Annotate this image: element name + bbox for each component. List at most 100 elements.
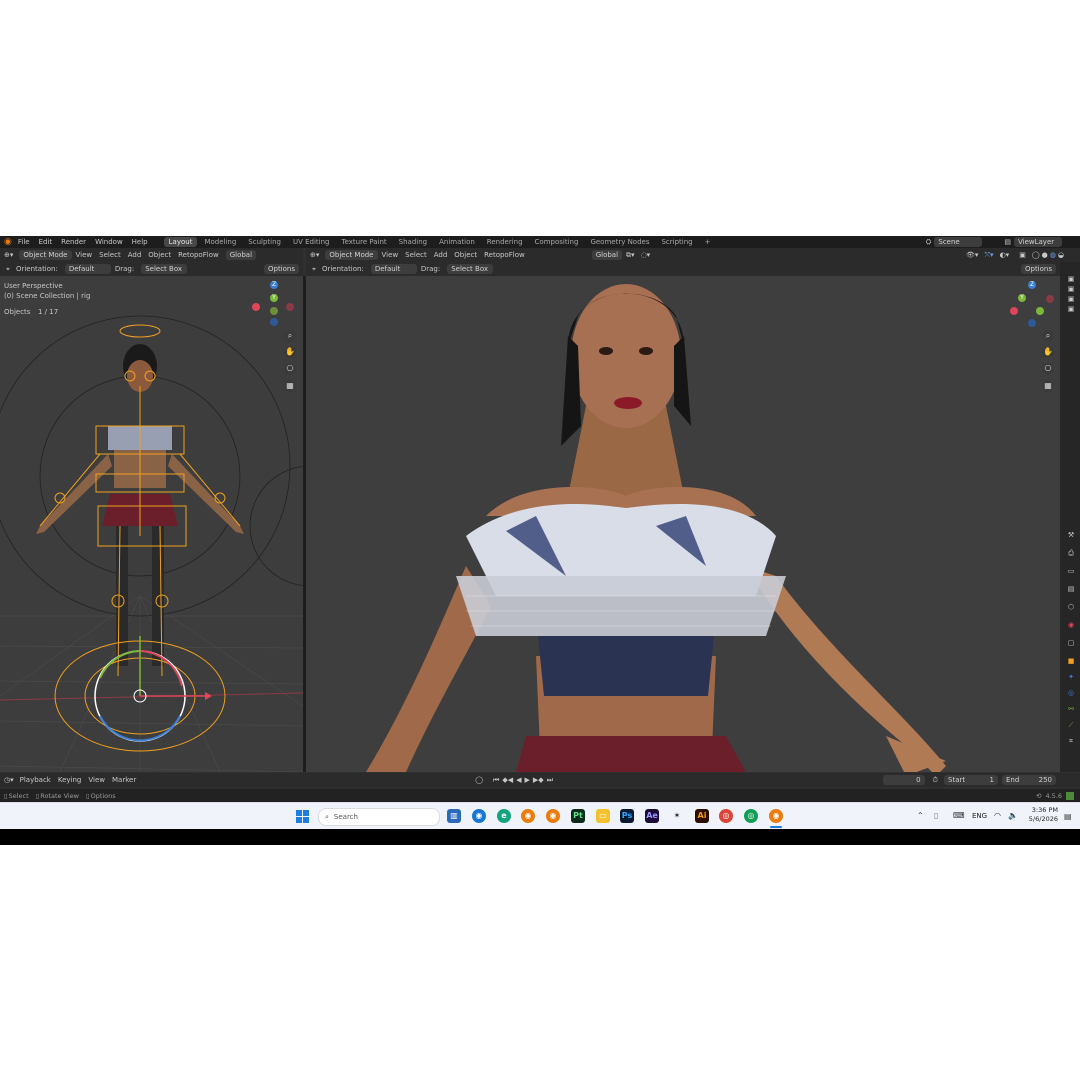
notification-icon[interactable]: ▤ <box>1064 812 1072 821</box>
menu-file[interactable]: File <box>18 238 30 246</box>
output-properties-icon[interactable]: ▭ <box>1066 566 1076 576</box>
constraint-properties-icon[interactable]: ⌗ <box>1066 736 1076 746</box>
camera-view-icon[interactable]: ⎔ <box>1042 363 1054 375</box>
tab-animation[interactable]: Animation <box>434 237 480 247</box>
gizmo-neg-x-axis[interactable] <box>1046 295 1054 303</box>
blender-app-icon[interactable]: ◉ <box>546 809 560 823</box>
timeline-playback-menu[interactable]: Playback <box>20 776 51 784</box>
task-view-icon[interactable]: ▥ <box>447 809 461 823</box>
edge-browser-icon[interactable]: e <box>497 809 511 823</box>
end-frame-field[interactable]: End 250 <box>1002 775 1056 785</box>
tab-compositing[interactable]: Compositing <box>530 237 584 247</box>
gizmo-y-axis[interactable]: Y <box>270 294 278 302</box>
zoom-icon[interactable]: ⌕ <box>1042 330 1054 342</box>
after-effects-icon[interactable]: Ae <box>645 809 659 823</box>
right-options-button[interactable]: Options <box>1020 264 1056 274</box>
left-menu-select[interactable]: Select <box>99 251 121 259</box>
right-menu-select[interactable]: Select <box>405 251 427 259</box>
gizmo-y-axis[interactable]: Y <box>1018 294 1026 302</box>
collection-properties-icon[interactable]: ▢ <box>1066 638 1076 648</box>
left-menu-object[interactable]: Object <box>148 251 171 259</box>
xray-icon[interactable]: ▣ <box>1019 251 1026 259</box>
prev-keyframe-icon[interactable]: ◆◀ <box>502 776 513 784</box>
tab-rendering[interactable]: Rendering <box>482 237 528 247</box>
view-layer-selector[interactable]: ViewLayer <box>1014 237 1062 247</box>
illustrator-icon[interactable]: Ai <box>695 809 709 823</box>
volume-icon[interactable]: 🔈 <box>1008 811 1018 820</box>
zoom-icon[interactable]: ⌕ <box>284 330 296 342</box>
editor-type-icon[interactable]: ⊕▾ <box>310 251 319 259</box>
zbrush-icon[interactable]: ✶ <box>670 809 684 823</box>
right-menu-add[interactable]: Add <box>434 251 448 259</box>
left-menu-add[interactable]: Add <box>128 251 142 259</box>
stopwatch-icon[interactable]: ⏱ <box>933 776 938 785</box>
right-drag-dropdown[interactable]: Select Box <box>447 264 494 274</box>
timeline-keying-menu[interactable]: Keying <box>58 776 82 784</box>
ortho-grid-icon[interactable]: ▦ <box>1042 380 1054 392</box>
menu-window[interactable]: Window <box>95 238 123 246</box>
jump-start-icon[interactable]: ⏮ <box>493 776 499 785</box>
pan-hand-icon[interactable]: ✋ <box>284 346 296 358</box>
render-properties-icon[interactable]: ⎙ <box>1066 548 1076 558</box>
select-tool-icon[interactable]: ⌖ <box>6 265 10 274</box>
tray-overflow-icon[interactable]: ⌃ <box>917 811 924 820</box>
file-explorer-icon[interactable]: ▭ <box>596 809 610 823</box>
object-properties-icon[interactable]: ■ <box>1066 656 1076 666</box>
wireframe-shading-icon[interactable]: ◯ <box>1032 251 1040 259</box>
editor-type-icon[interactable]: ⊕▾ <box>4 251 13 259</box>
tray-app-icon[interactable]: ▯ <box>934 811 938 820</box>
physics-properties-icon[interactable]: ◎ <box>1066 688 1076 698</box>
gizmo-z-axis[interactable]: Z <box>270 281 278 289</box>
ortho-grid-icon[interactable]: ▦ <box>284 380 296 392</box>
gizmo-x-axis[interactable] <box>1010 307 1018 315</box>
menu-render[interactable]: Render <box>61 238 86 246</box>
taskbar-search-box[interactable]: ⌕ Search <box>318 808 440 826</box>
collection-icon[interactable]: ▣ <box>1066 274 1076 284</box>
collection-icon[interactable]: ▣ <box>1066 294 1076 304</box>
blender-app-icon[interactable]: ◉ <box>769 809 783 823</box>
camera-view-icon[interactable]: ⎔ <box>284 363 296 375</box>
timeline-editor-icon[interactable]: ◷▾ <box>4 776 14 784</box>
gizmo-neg-x-axis[interactable] <box>252 303 260 311</box>
auto-key-icon[interactable]: ◯ <box>475 776 483 784</box>
timeline-marker-menu[interactable]: Marker <box>112 776 136 784</box>
left-viewport[interactable]: User Perspective (0) Scene Collection | … <box>0 276 303 772</box>
left-orientation-dropdown[interactable]: Default <box>64 264 111 274</box>
tab-scripting[interactable]: Scripting <box>656 237 697 247</box>
rendered-shading-icon[interactable]: ◒ <box>1058 251 1064 259</box>
right-viewport[interactable]: Z Y ⌕ ✋ ⎔ ▦ <box>306 276 1060 772</box>
material-shading-icon[interactable]: ◍ <box>1050 251 1056 259</box>
windows-start-icon[interactable] <box>296 810 309 823</box>
pan-hand-icon[interactable]: ✋ <box>1042 346 1054 358</box>
left-options-button[interactable]: Options <box>263 264 299 274</box>
gizmo-neg-z-axis[interactable] <box>1028 319 1036 327</box>
copilot-icon[interactable]: ◉ <box>472 809 486 823</box>
world-properties-icon[interactable]: ◉ <box>1066 620 1076 630</box>
menu-edit[interactable]: Edit <box>39 238 53 246</box>
gizmo-neg-y-axis[interactable] <box>270 307 278 315</box>
right-transform-dropdown[interactable]: Global <box>591 250 623 260</box>
blender-logo-icon[interactable]: ◉ <box>4 237 12 247</box>
tab-shading[interactable]: Shading <box>394 237 432 247</box>
chrome-browser-icon[interactable]: ◎ <box>719 809 733 823</box>
tab-texture-paint[interactable]: Texture Paint <box>337 237 392 247</box>
navigation-gizmo[interactable]: Z Y <box>250 281 298 329</box>
tab-geometry-nodes[interactable]: Geometry Nodes <box>585 237 654 247</box>
next-keyframe-icon[interactable]: ▶◆ <box>533 776 544 784</box>
keyboard-icon[interactable]: ⌨ <box>953 811 965 820</box>
menu-help[interactable]: Help <box>132 238 148 246</box>
bone-properties-icon[interactable]: ⟋ <box>1066 720 1076 730</box>
left-drag-dropdown[interactable]: Select Box <box>141 264 188 274</box>
timeline-view-menu[interactable]: View <box>88 776 105 784</box>
collection-icon[interactable]: ▣ <box>1066 304 1076 314</box>
photoshop-icon[interactable]: Ps <box>620 809 634 823</box>
gizmo-toggle-icon[interactable]: ⤧▾ <box>984 251 993 260</box>
left-transform-dropdown[interactable]: Global <box>225 250 257 260</box>
play-reverse-icon[interactable]: ◀ <box>516 776 521 784</box>
tab-modeling[interactable]: Modeling <box>199 237 241 247</box>
right-addon-menu[interactable]: RetopoFlow <box>484 251 525 259</box>
right-menu-view[interactable]: View <box>382 251 399 259</box>
wifi-icon[interactable]: ◠ <box>994 811 1001 820</box>
scene-properties-icon[interactable]: ⬡ <box>1066 602 1076 612</box>
view-layer-properties-icon[interactable]: ▤ <box>1066 584 1076 594</box>
